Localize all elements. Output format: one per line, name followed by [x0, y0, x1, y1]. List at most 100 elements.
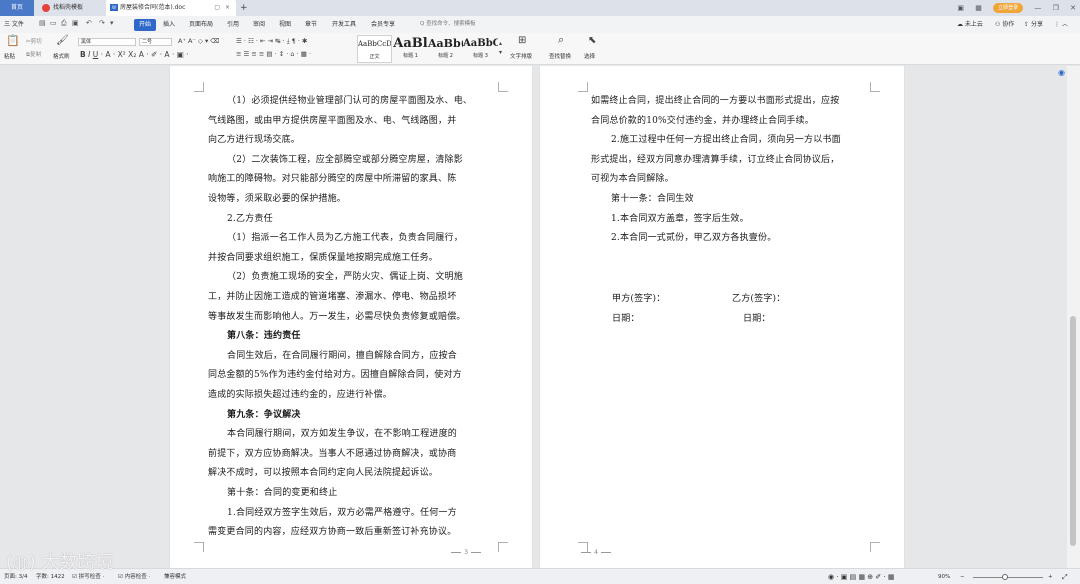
- tab-home[interactable]: 首页: [0, 0, 34, 16]
- window-controls: ▣ ▦ 立即登录 — ❐ ✕: [948, 0, 1076, 16]
- grid-icon[interactable]: ▦: [975, 4, 982, 12]
- collab-button[interactable]: ⚇ 协作: [995, 19, 1014, 31]
- font-size-select[interactable]: 二号: [139, 38, 172, 46]
- menu-member[interactable]: 会员专享: [371, 19, 395, 31]
- fullscreen-icon[interactable]: ⤢: [1062, 572, 1068, 582]
- open-icon[interactable]: ▭: [50, 19, 57, 27]
- check-icon: ☑: [118, 574, 123, 580]
- font-size-buttons[interactable]: A⁺ A⁻ ◇ ▾ ⌫: [178, 37, 219, 46]
- style-heading-2[interactable]: AaBb(标题 2: [428, 35, 463, 63]
- menu-page-layout[interactable]: 页面布局: [189, 19, 213, 31]
- zoom-slider[interactable]: [973, 577, 1043, 578]
- margin-corner: [194, 542, 204, 552]
- menu-review[interactable]: 审阅: [253, 19, 265, 31]
- paragraph-line: 形式提出，经双方同意办理清算手续，订立终止合同协议后，: [591, 154, 840, 165]
- paragraph-list-buttons[interactable]: ☰ · ☷ · ⇤ ⇥ ↹ · ⤓ ¶ · ✱: [236, 37, 307, 46]
- margin-corner: [870, 82, 880, 92]
- paragraph-line: 1.合同经双方签字生效后，双方必需严格遵守。任何一方: [227, 507, 457, 518]
- menu-view[interactable]: 视图: [279, 19, 291, 31]
- menu-reference[interactable]: 引用: [227, 19, 239, 31]
- cloud-status[interactable]: ☁ 未上云: [957, 19, 983, 31]
- print-icon[interactable]: ⎙: [61, 19, 67, 28]
- style-heading-1-sample: AaBl: [393, 36, 428, 51]
- close-icon[interactable]: ✕: [1070, 4, 1076, 12]
- menu-file[interactable]: 三 文件: [4, 19, 24, 31]
- paragraph-line: 同总金额的5%作为违约金付给对方。因擅自解除合同，使对方: [208, 370, 462, 381]
- location-pin-icon[interactable]: ◉: [1058, 68, 1065, 77]
- minimize-icon[interactable]: —: [1034, 4, 1041, 12]
- menu-insert[interactable]: 插入: [163, 19, 175, 31]
- content-check[interactable]: ☑ 内容检查 ·: [118, 572, 150, 582]
- restore-icon[interactable]: ❐: [1053, 4, 1059, 12]
- page-4[interactable]: 如需终止合同，提出终止合同的一方要以书面形式提出，应按 合同总价款的10%交付违约…: [540, 66, 904, 568]
- paste-button[interactable]: 粘贴: [4, 53, 15, 61]
- more-menu-icon[interactable]: ⋮ ︿: [1054, 19, 1068, 31]
- page-3[interactable]: （1）必须提供经物业管理部门认可的房屋平面图及水、电、 气线路图，或由甲方提供房屋…: [170, 66, 532, 568]
- paragraph-line: 并按合同要求组织施工，保质保量地按期完成施工任务。: [208, 252, 439, 263]
- find-replace-icon[interactable]: ⌕: [558, 34, 564, 45]
- paste-icon[interactable]: 📋: [6, 35, 20, 46]
- document-workspace: （1）必须提供经物业管理部门认可的房屋平面图及水、电、 气线路图，或由甲方提供房屋…: [0, 66, 1067, 568]
- paragraph-line: （1）指派一名工作人员为乙方施工代表，负责合同履行，: [227, 233, 463, 244]
- styles-expand-icon[interactable]: ▴ ▾: [499, 39, 502, 57]
- cut-button[interactable]: ✂剪切: [26, 38, 42, 46]
- cloud-icon: ☁: [957, 21, 963, 28]
- menu-start[interactable]: 开始: [134, 19, 157, 31]
- paragraph-line: 第十条：合同的变更和终止: [227, 488, 338, 498]
- font-name-select[interactable]: 黑体: [78, 38, 136, 46]
- style-heading-3[interactable]: AaBbC 标题 3: [463, 35, 498, 63]
- text-layout-button[interactable]: 文字排版: [510, 53, 532, 61]
- undo-icon[interactable]: ↶: [86, 19, 92, 27]
- window-layout-icon[interactable]: ▣: [957, 4, 964, 12]
- tab-close-icon[interactable]: ×: [225, 0, 230, 16]
- select-button[interactable]: 选择: [584, 53, 595, 61]
- format-painter-button[interactable]: 格式刷: [53, 53, 70, 61]
- watermark-logo: (◍): [6, 552, 36, 573]
- zoom-slider-knob[interactable]: [1001, 574, 1008, 580]
- command-search-input[interactable]: Q 查找命令、搜索模板: [420, 19, 516, 30]
- share-button[interactable]: ⇪ 分享: [1024, 19, 1043, 31]
- new-tab-button[interactable]: +: [240, 0, 252, 16]
- paragraph-line: 本合同履行期间，双方如发生争议，在不影响工程进度的: [227, 429, 458, 440]
- view-mode-icons[interactable]: ◉ · ▣ ▤ ▦ ⊕ ✐ · ▦: [828, 572, 895, 582]
- zoom-level[interactable]: 90%: [938, 572, 950, 582]
- zoom-out-icon[interactable]: −: [960, 572, 965, 582]
- login-button[interactable]: 立即登录: [993, 3, 1024, 13]
- preview-icon[interactable]: ▣: [72, 19, 79, 27]
- scrollbar-thumb[interactable]: [1070, 316, 1076, 546]
- tab-template[interactable]: 找稻壳模板: [38, 0, 104, 16]
- style-heading-1[interactable]: AaBl 标题 1: [393, 35, 428, 63]
- tab-document[interactable]: W 房屋装修合同(范本).doc ▢ ×: [106, 0, 236, 16]
- paragraph-line: 如需终止合同，提出终止合同的一方要以书面形式提出，应按: [591, 96, 840, 106]
- zoom-in-icon[interactable]: +: [1048, 572, 1053, 582]
- style-normal[interactable]: AaBbCcDd 正文: [357, 35, 392, 63]
- text-layout-icon[interactable]: ⊞: [518, 36, 526, 46]
- paragraph-line: （2）负责施工现场的安全，严防火灾、偶证上岗、文明施: [227, 272, 463, 283]
- tab-pin-icon[interactable]: ▢: [214, 0, 220, 16]
- paragraph-line: 需变更合同的内容，应经双方协商一致后重新签订补充协议。: [208, 527, 457, 538]
- find-replace-button[interactable]: 查找替换: [549, 53, 571, 61]
- collab-label: 协作: [1002, 21, 1015, 28]
- share-label: 分享: [1030, 21, 1043, 28]
- check-icon: ☑: [72, 574, 77, 580]
- paragraph-align-buttons[interactable]: ≡ ☰ ≡ ≡ ▤ · ↕ · ⌂ · ▦ ·: [236, 50, 311, 59]
- copy-button[interactable]: ⧉复制: [26, 51, 41, 59]
- menu-chapter[interactable]: 章节: [305, 19, 317, 31]
- menu-developer[interactable]: 开发工具: [332, 19, 356, 31]
- select-icon[interactable]: ⬉: [588, 36, 596, 46]
- watermark-text: 大数跨境: [41, 552, 114, 573]
- status-bar: 页面: 3/4 字数: 1422 ☑ 拼写检查 · ☑ 内容检查 · 兼容模式 …: [0, 568, 1080, 584]
- paragraph-line: 前提下，双方应协商解决。当事人不愿通过协商解决，或协商: [208, 448, 457, 459]
- cut-label: 剪切: [30, 39, 42, 45]
- more-icon[interactable]: ▾: [110, 19, 114, 27]
- vertical-scrollbar[interactable]: [1067, 66, 1080, 568]
- font-format-buttons[interactable]: B I U · A · X² X₂ A · ✐ · A · ▣ ·: [80, 50, 189, 59]
- watermark: (◍) 大数跨境: [6, 548, 114, 574]
- cloud-label: 未上云: [964, 21, 983, 28]
- save-icon[interactable]: ▤: [39, 19, 46, 27]
- paragraph-line: 设物等，须采取必要的保护措施。: [208, 194, 347, 204]
- docer-icon: [42, 3, 50, 12]
- redo-icon[interactable]: ↷: [99, 19, 105, 27]
- tab-template-label: 找稻壳模板: [53, 4, 84, 11]
- format-painter-icon[interactable]: 🖌: [56, 36, 69, 46]
